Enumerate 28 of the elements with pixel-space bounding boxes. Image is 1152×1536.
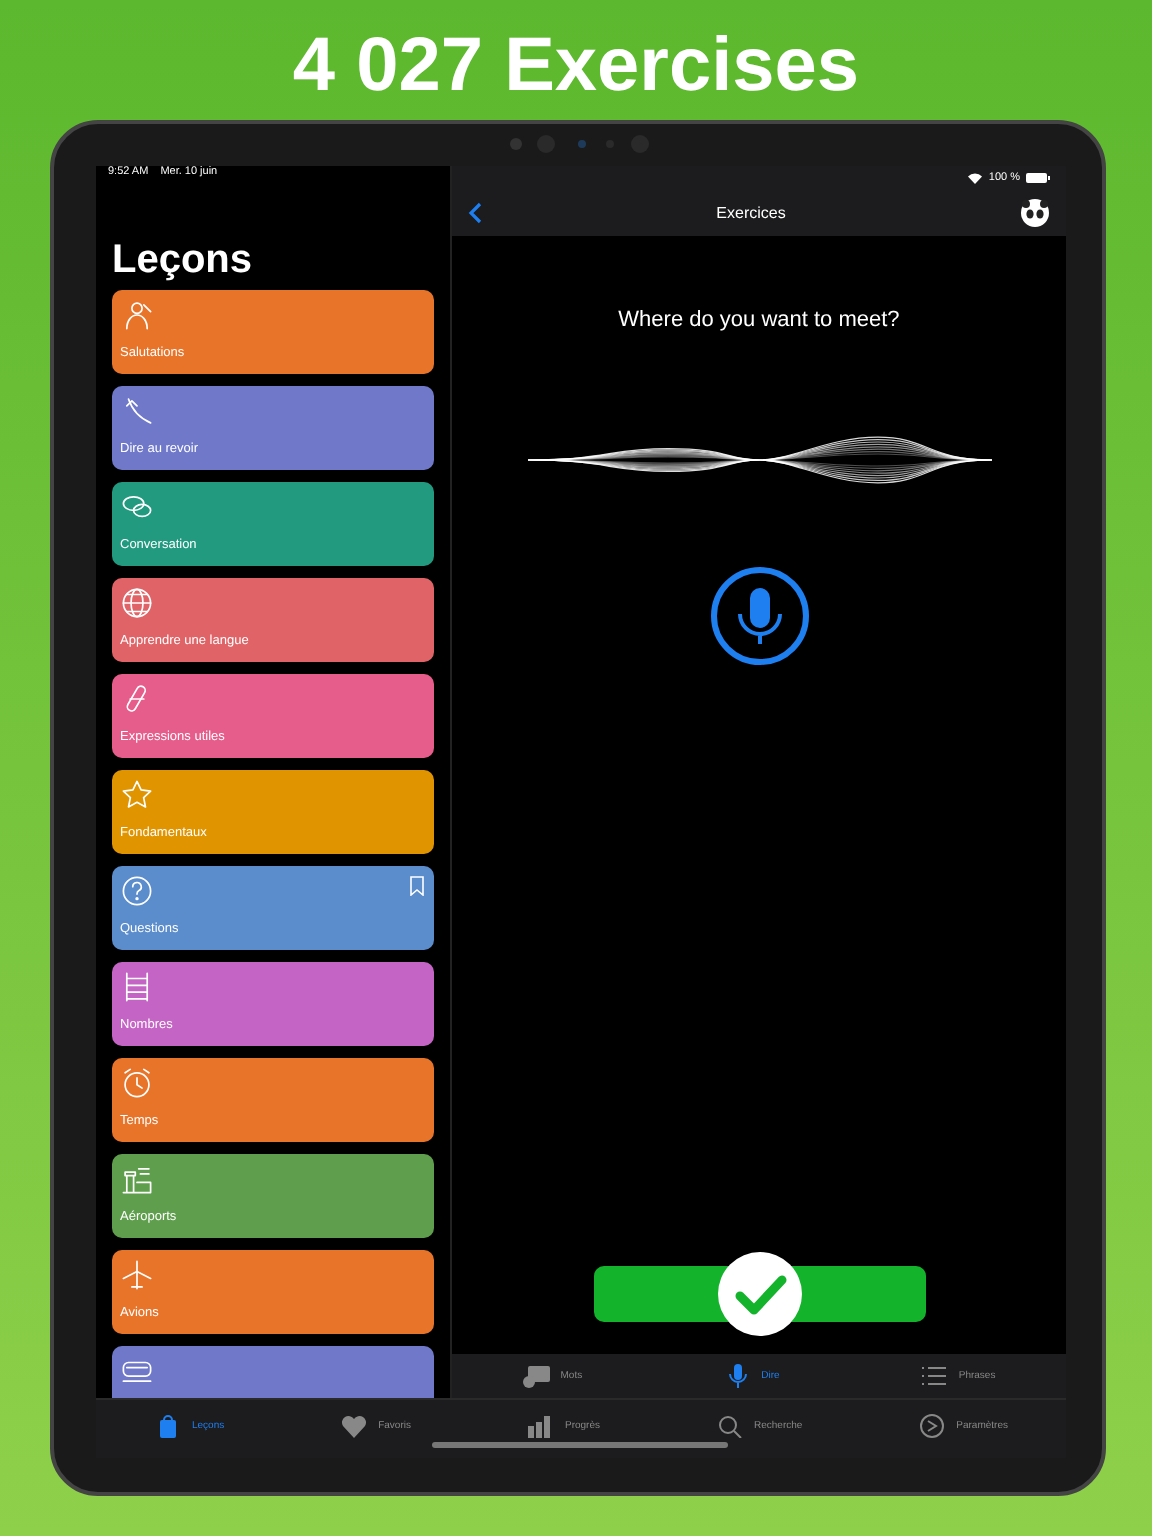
battery-icon [1026, 172, 1050, 184]
list-icon [920, 1364, 949, 1388]
lesson-icon [120, 298, 154, 332]
microphone-button-icon[interactable] [709, 566, 809, 666]
lesson-icon [120, 1066, 154, 1100]
lesson-icon [120, 586, 154, 620]
lesson-icon [120, 778, 154, 812]
check-button[interactable] [593, 1250, 925, 1338]
lesson-icon [120, 970, 154, 1004]
microphone-icon [723, 1364, 752, 1388]
bookmark-icon[interactable] [410, 876, 424, 896]
camera-drawing [506, 134, 650, 154]
panda-avatar-icon[interactable] [1020, 198, 1050, 228]
back-icon[interactable] [468, 202, 482, 224]
search-icon [715, 1414, 744, 1438]
cards-icon [522, 1364, 551, 1388]
lesson-icon [120, 874, 154, 908]
nav-title: Exercices [716, 204, 786, 222]
heart-icon [340, 1414, 369, 1438]
lesson-icon [120, 394, 154, 428]
sidebar-title: Leçons [112, 238, 255, 282]
headline: 4 027 Exercises [292, 24, 860, 108]
lesson-icon [120, 1258, 154, 1292]
wifi-icon [968, 172, 983, 184]
exercise-prompt: Where do you want to meet? [618, 308, 900, 332]
play-circle-icon [918, 1414, 947, 1438]
lesson-icon [120, 1162, 154, 1196]
bar-chart-icon [526, 1414, 555, 1438]
